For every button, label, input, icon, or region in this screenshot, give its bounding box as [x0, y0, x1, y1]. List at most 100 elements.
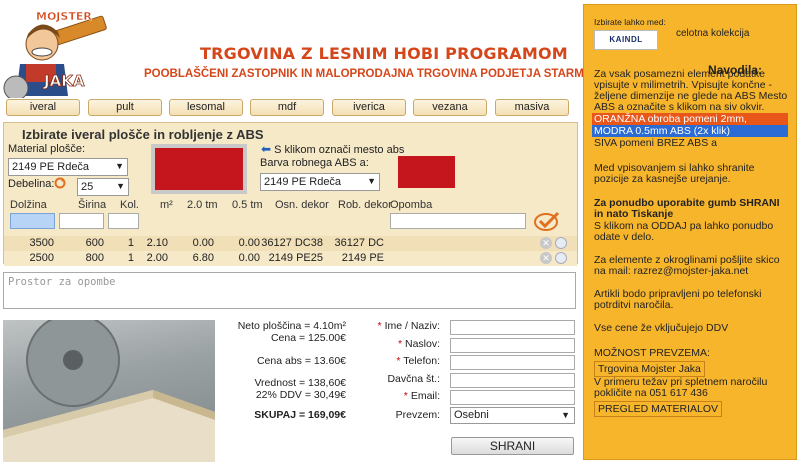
- cell-kol: 1: [127, 252, 134, 264]
- abs-color-swatch: [398, 156, 455, 188]
- orange-band: ORANŽNA obroba pomeni 2mm,: [592, 113, 788, 125]
- arrow-left-icon: ⬅: [261, 142, 272, 156]
- board-edge-preview[interactable]: [151, 144, 247, 194]
- col-rob-dekor: Rob. dekor: [338, 199, 392, 211]
- add-row-check-icon[interactable]: [534, 210, 560, 232]
- email-label-text: Email:: [410, 390, 440, 402]
- delete-icon[interactable]: ✕: [540, 237, 552, 249]
- cell-20tm: 6.80: [192, 252, 214, 264]
- debelina-select-value: 25: [81, 181, 94, 193]
- kolicina-input[interactable]: [108, 213, 139, 229]
- abs-hint-text: S klikom označi mesto abs: [274, 144, 405, 156]
- order-panel: Izbirate iveral plošče in robljenje z AB…: [3, 122, 578, 266]
- save-button[interactable]: SHRANI: [451, 437, 574, 455]
- logo-text-bottom: JAKA: [43, 72, 85, 90]
- logo[interactable]: MOJSTER JAKA: [2, 2, 110, 101]
- chevron-down-icon: ▼: [367, 176, 376, 186]
- required-marker: *: [377, 320, 382, 332]
- neto-ploscina: Neto ploščina = 4.10m²: [237, 320, 346, 332]
- davcna-label: Davčna št.:: [387, 373, 440, 385]
- edit-icon[interactable]: [555, 252, 567, 264]
- telefon-input[interactable]: [450, 355, 575, 370]
- sirina-input[interactable]: [59, 213, 104, 229]
- email-label: * Email:: [350, 390, 440, 402]
- cell-m2: 2.00: [146, 252, 168, 264]
- kolekcija-link[interactable]: celotna kolekcija: [676, 28, 788, 39]
- required-marker: *: [403, 390, 408, 402]
- col-05tm: 0.5 tm: [232, 199, 263, 211]
- cell-20tm: 0.00: [192, 237, 214, 249]
- blue-band: MODRA 0.5mm ABS (2x klik): [592, 125, 788, 137]
- required-marker: *: [397, 338, 403, 350]
- edit-icon[interactable]: [555, 237, 567, 249]
- instructions-p4: Za elemente z okroglinami pošljite skico…: [594, 254, 780, 277]
- tab-lesomal[interactable]: lesomal: [169, 99, 243, 116]
- vrednost: Vrednost = 138,60€: [254, 377, 346, 389]
- material-select-value: 2149 PE Rdeča: [12, 161, 90, 173]
- instructions-p3: S klikom na ODDAJ pa lahko ponudbo odate…: [594, 220, 774, 243]
- tab-vezana[interactable]: vezana: [413, 99, 487, 116]
- prevzem-select[interactable]: Osebni ▼: [450, 407, 575, 424]
- cell-sirina: 600: [85, 237, 104, 249]
- instructions-p6: Vse cene že vključujejo DDV: [594, 322, 729, 334]
- debelina-select[interactable]: 25 ▼: [77, 178, 129, 196]
- mozn-prevzema: MOŽNOST PREVZEMA:: [594, 347, 710, 359]
- chevron-down-icon: ▼: [116, 181, 125, 191]
- instructions-p2: Med vpisovanjem si lahko shranite pozici…: [594, 162, 755, 185]
- notes-textarea[interactable]: Prostor za opombe: [3, 272, 576, 309]
- naslov-label-text: Naslov:: [404, 338, 440, 350]
- cell-osn-dekor: 2149 PE25: [268, 252, 323, 264]
- refresh-icon[interactable]: [54, 177, 66, 189]
- abs-color-select[interactable]: 2149 PE Rdeča ▼: [260, 173, 380, 191]
- logo-text-top: MOJSTER: [36, 10, 92, 23]
- pregled-materialov-button[interactable]: PREGLED MATERIALOV: [594, 401, 723, 417]
- col-opomba: Opomba: [390, 199, 433, 211]
- debelina-label: Debelina:: [8, 178, 55, 190]
- tab-masiva[interactable]: masiva: [495, 99, 569, 116]
- col-kol: Kol.: [120, 199, 139, 211]
- delete-icon[interactable]: ✕: [540, 252, 552, 264]
- material-select[interactable]: 2149 PE Rdeča ▼: [8, 158, 128, 176]
- tab-iverica[interactable]: iverica: [332, 99, 406, 116]
- cell-sirina: 800: [85, 252, 104, 264]
- telefon-label: * Telefon:: [350, 355, 440, 367]
- opomba-input[interactable]: [390, 213, 526, 229]
- instructions-p3-bold: Za ponudbo uporabite gumb SHRANI in nato…: [594, 197, 780, 220]
- chevron-down-icon: ▼: [115, 161, 124, 171]
- cell-osn-dekor: 36127 DC38: [261, 237, 323, 249]
- cell-m2: 2.10: [146, 237, 168, 249]
- material-label: Material plošče:: [8, 143, 86, 155]
- notes-placeholder: Prostor za opombe: [8, 276, 116, 288]
- table-row: 2500 800 1 2.00 6.80 0.00 2149 PE25 2149…: [4, 251, 577, 266]
- izbirate-label: Izbirate lahko med:: [594, 17, 666, 27]
- tab-mdf[interactable]: mdf: [250, 99, 324, 116]
- abs-color-select-value: 2149 PE Rdeča: [264, 176, 342, 188]
- tab-iveral[interactable]: iveral: [6, 99, 80, 116]
- email-input[interactable]: [450, 390, 575, 405]
- cell-rob-dekor: 2149 PE: [341, 252, 384, 264]
- dolzina-input[interactable]: [10, 213, 55, 229]
- cell-dolzina: 3500: [29, 237, 54, 249]
- instructions-p7: V primeru težav pri spletnem naročilu po…: [594, 376, 768, 399]
- ime-input[interactable]: [450, 320, 575, 335]
- kaindl-logo[interactable]: KAINDL: [594, 30, 658, 50]
- chevron-down-icon: ▼: [561, 410, 570, 420]
- table-row: 3500 600 1 2.10 0.00 0.00 36127 DC38 361…: [4, 236, 577, 251]
- siva-text: SIVA pomeni BREZ ABS a: [594, 137, 717, 149]
- col-sirina: Širina: [78, 199, 107, 211]
- instructions-p5: Artikli bodo pripravljeni po telefonski …: [594, 288, 762, 311]
- cell-05tm: 0.00: [238, 237, 260, 249]
- ime-label: * Ime / Naziv:: [350, 320, 440, 332]
- telefon-label-text: Telefon:: [403, 355, 440, 367]
- cell-rob-dekor: 36127 DC: [334, 237, 384, 249]
- col-20tm: 2.0 tm: [187, 199, 218, 211]
- skupaj: SKUPAJ = 169,09€: [254, 409, 346, 421]
- page-title: TRGOVINA Z LESNIM HOBI PROGRAMOM: [200, 44, 568, 63]
- prevzem-select-value: Osebni: [454, 409, 489, 421]
- trgovina-link[interactable]: Trgovina Mojster Jaka: [594, 361, 705, 377]
- instructions-sidebar: Izbirate lahko med: KAINDL celotna kolek…: [583, 4, 797, 460]
- prevzem-label: Prevzem:: [395, 409, 440, 421]
- naslov-input[interactable]: [450, 338, 575, 353]
- tab-pult[interactable]: pult: [88, 99, 162, 116]
- davcna-input[interactable]: [450, 373, 575, 388]
